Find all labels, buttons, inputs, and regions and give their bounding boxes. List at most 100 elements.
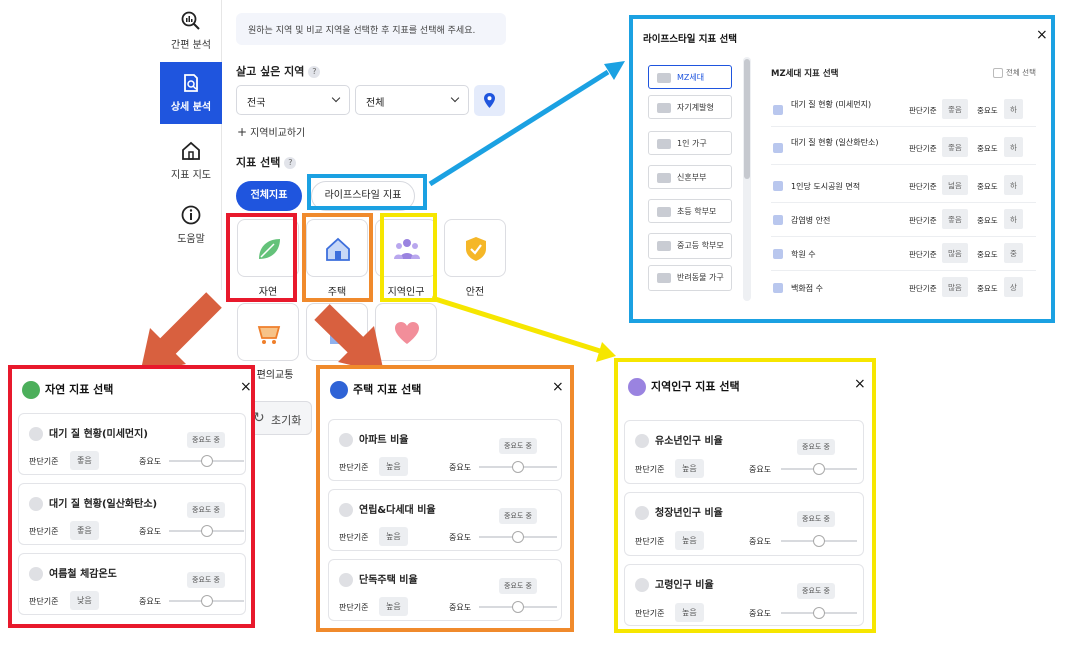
lifestyle-type-item[interactable]: 중고등 학부모 <box>648 233 732 259</box>
importance-badge: 중요도 중 <box>187 502 225 518</box>
criterion-value[interactable]: 좋음 <box>942 209 968 229</box>
lifestyle-type-item[interactable]: 신혼부부 <box>648 165 732 189</box>
importance-value[interactable]: 하 <box>1004 209 1023 229</box>
indicator-card[interactable]: 아파트 비율 중요도 중 판단기준 높음 중요도 <box>328 419 562 481</box>
indicator-title: 유소년인구 비율 <box>655 436 723 447</box>
importance-slider[interactable] <box>781 463 857 475</box>
importance-label: 중요도 <box>977 144 998 153</box>
importance-value[interactable]: 하 <box>1004 99 1023 119</box>
lifestyle-indicator-row[interactable]: 학원 수 판단기준 많음 중요도 중 <box>771 237 1036 271</box>
slider-knob[interactable] <box>200 595 213 607</box>
criterion-value[interactable]: 좋음 <box>942 99 968 119</box>
importance-value[interactable]: 하 <box>1004 175 1023 195</box>
criterion-value[interactable]: 넓음 <box>942 175 968 195</box>
close-icon[interactable]: × <box>1036 27 1048 43</box>
lifestyle-type-item[interactable]: 1인 가구 <box>648 131 732 155</box>
criterion-value[interactable]: 높음 <box>675 603 704 622</box>
importance-value[interactable]: 상 <box>1004 277 1023 297</box>
criterion-value[interactable]: 좋음 <box>70 521 99 540</box>
importance-slider[interactable] <box>169 455 244 467</box>
importance-value[interactable]: 중 <box>1004 243 1023 263</box>
syringe-icon <box>773 215 783 225</box>
indicator-card[interactable]: 대기 질 현황(미세먼지) 중요도 중 판단기준 좋음 중요도 <box>18 413 246 475</box>
criterion-value[interactable]: 좋음 <box>70 451 99 470</box>
lifestyle-indicator-row[interactable]: 대기 질 현황 (일산화탄소) 판단기준 좋음 중요도 하 <box>771 131 1036 165</box>
slider-knob[interactable] <box>512 531 524 543</box>
lifestyle-indicator-row[interactable]: 감염병 안전 판단기준 좋음 중요도 하 <box>771 203 1036 237</box>
select-all-checkbox[interactable]: 전체 선택 <box>993 67 1036 78</box>
housing-indicator-modal: 주택 지표 선택 × 아파트 비율 중요도 중 판단기준 높음 중요도 연립&다… <box>316 365 574 632</box>
indicator-card[interactable]: 단독주택 비율 중요도 중 판단기준 높음 중요도 <box>328 559 562 621</box>
criterion-value[interactable]: 좋음 <box>942 137 968 157</box>
close-icon[interactable]: × <box>854 376 866 392</box>
department-store-icon <box>773 283 783 293</box>
lifestyle-type-label: 자기계발형 <box>677 103 714 112</box>
criterion-label: 판단기준 <box>635 537 665 546</box>
criterion-value[interactable]: 높음 <box>379 527 408 546</box>
nature-indicator-modal: 자연 지표 선택 × 대기 질 현황(미세먼지) 중요도 중 판단기준 좋음 중… <box>8 365 255 628</box>
lifestyle-indicator-row[interactable]: 대기 질 현황 (미세먼지) 판단기준 좋음 중요도 하 <box>771 93 1036 127</box>
arrow-to-housing-modal <box>314 304 384 373</box>
indicator-card[interactable]: 청장년인구 비율 중요도 중 판단기준 높음 중요도 <box>624 492 864 556</box>
importance-slider[interactable] <box>781 607 857 619</box>
importance-label: 중요도 <box>977 182 998 191</box>
indicator-card[interactable]: 유소년인구 비율 중요도 중 판단기준 높음 중요도 <box>624 420 864 484</box>
criterion-value[interactable]: 낮음 <box>70 591 99 610</box>
importance-slider[interactable] <box>479 601 557 613</box>
scrollbar[interactable] <box>743 57 751 301</box>
dust-icon <box>29 427 43 441</box>
indicator-title: 연립&다세대 비율 <box>359 505 436 516</box>
slider-knob[interactable] <box>813 463 825 475</box>
indicator-card[interactable]: 여름철 체감온도 중요도 중 판단기준 낮음 중요도 <box>18 553 246 615</box>
lifestyle-type-item[interactable]: 반려동물 가구 <box>648 265 732 291</box>
lifestyle-type-item[interactable]: MZ세대 <box>648 65 732 89</box>
indicator-card[interactable]: 연립&다세대 비율 중요도 중 판단기준 높음 중요도 <box>328 489 562 551</box>
criterion-label: 판단기준 <box>909 182 937 191</box>
importance-slider[interactable] <box>479 531 557 543</box>
lifestyle-indicator-row[interactable]: 1인당 도시공원 면적 판단기준 넓음 중요도 하 <box>771 169 1036 203</box>
criterion-value[interactable]: 높음 <box>379 597 408 616</box>
importance-badge: 중요도 중 <box>499 578 537 594</box>
importance-slider[interactable] <box>781 535 857 547</box>
criterion-value[interactable]: 높음 <box>675 459 704 478</box>
criterion-value[interactable]: 많음 <box>942 243 968 263</box>
importance-slider[interactable] <box>479 461 557 473</box>
criterion-label: 판단기준 <box>909 106 937 115</box>
importance-slider[interactable] <box>169 595 244 607</box>
slider-knob[interactable] <box>813 535 825 547</box>
lifestyle-type-item[interactable]: 자기계발형 <box>648 95 732 119</box>
lifestyle-type-item[interactable]: 초등 학부모 <box>648 199 732 223</box>
group-icon <box>657 272 671 283</box>
dust-icon <box>773 105 783 115</box>
stroller-icon <box>635 434 649 448</box>
importance-slider[interactable] <box>169 525 244 537</box>
close-icon[interactable]: × <box>552 379 564 395</box>
criterion-label: 판단기준 <box>909 144 937 153</box>
criterion-label: 판단기준 <box>29 527 59 536</box>
scrollbar-thumb[interactable] <box>744 59 750 179</box>
close-icon[interactable]: × <box>240 379 252 395</box>
criterion-value[interactable]: 많음 <box>942 277 968 297</box>
population-indicator-modal: 지역인구 지표 선택 × 유소년인구 비율 중요도 중 판단기준 높음 중요도 … <box>614 358 876 633</box>
house-icon <box>330 381 348 399</box>
slider-knob[interactable] <box>200 525 213 537</box>
slider-knob[interactable] <box>813 607 825 619</box>
importance-badge: 중요도 중 <box>187 432 225 448</box>
indicator-card[interactable]: 대기 질 현황(일산화탄소) 중요도 중 판단기준 좋음 중요도 <box>18 483 246 545</box>
modal-title-text: 주택 지표 선택 <box>353 383 422 396</box>
criterion-label: 판단기준 <box>909 284 937 293</box>
co-icon <box>29 497 43 511</box>
importance-label: 중요도 <box>977 250 998 259</box>
elderly-icon <box>635 578 649 592</box>
slider-knob[interactable] <box>512 461 524 473</box>
lifestyle-indicator-row[interactable]: 백화점 수 판단기준 많음 중요도 상 <box>771 271 1036 305</box>
criterion-label: 판단기준 <box>339 533 369 542</box>
slider-knob[interactable] <box>512 601 524 613</box>
importance-value[interactable]: 하 <box>1004 137 1023 157</box>
slider-knob[interactable] <box>200 455 213 467</box>
criterion-label: 판단기준 <box>29 597 59 606</box>
importance-label: 중요도 <box>449 463 472 472</box>
criterion-value[interactable]: 높음 <box>379 457 408 476</box>
indicator-card[interactable]: 고령인구 비율 중요도 중 판단기준 높음 중요도 <box>624 564 864 626</box>
criterion-value[interactable]: 높음 <box>675 531 704 550</box>
